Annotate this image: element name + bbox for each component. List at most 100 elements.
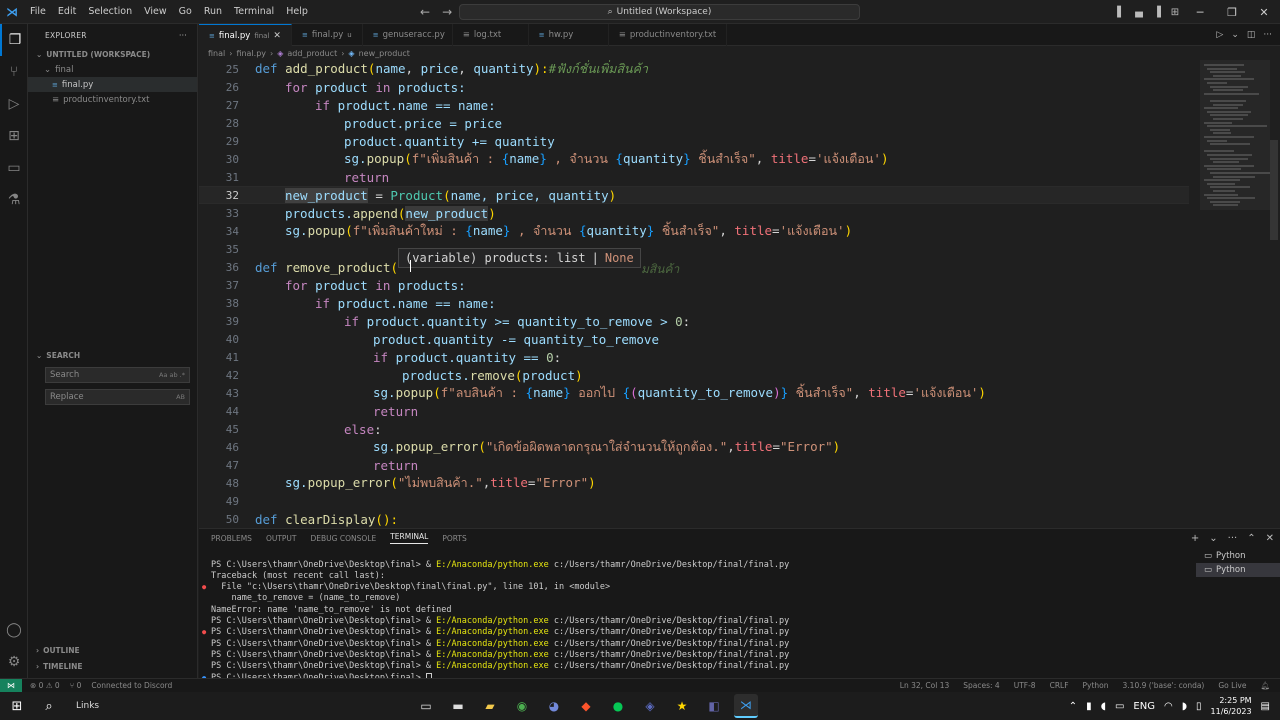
tab-hw-py[interactable]: ≡ hw.py: [529, 24, 609, 46]
search-input[interactable]: Search Aa ab .*: [45, 367, 190, 383]
star-app-icon[interactable]: ★: [670, 694, 694, 718]
battery-icon[interactable]: ▭: [1115, 701, 1124, 712]
chevron-up-icon[interactable]: ⌃: [1069, 701, 1077, 712]
tab-final-py-2[interactable]: ≡ final.py u: [292, 24, 363, 46]
vscode-taskbar-icon[interactable]: ⋊: [734, 694, 758, 718]
tab-terminal[interactable]: TERMINAL: [390, 532, 429, 544]
terminal-instance-active[interactable]: ▭ Python: [1196, 563, 1280, 577]
timeline-header[interactable]: › TIMELINE: [28, 658, 198, 674]
new-terminal-icon[interactable]: +: [1191, 533, 1199, 544]
indentation[interactable]: Spaces: 4: [963, 681, 999, 690]
close-icon[interactable]: ✕: [273, 31, 281, 41]
breadcrumb-item[interactable]: final: [208, 49, 225, 58]
ports-count[interactable]: ⑂ 0: [70, 681, 82, 690]
menu-file[interactable]: File: [24, 0, 52, 24]
language-indicator[interactable]: ENG: [1133, 701, 1155, 712]
code-editor[interactable]: 25 def add_product(name, price, quantity)…: [199, 60, 1280, 528]
terminal-app-icon[interactable]: ▭: [414, 694, 438, 718]
tab-debug-console[interactable]: DEBUG CONSOLE: [311, 534, 377, 543]
run-debug-icon[interactable]: ▷: [0, 88, 28, 120]
tab-output[interactable]: OUTPUT: [266, 534, 297, 543]
toggle-panel-icon[interactable]: ▄: [1130, 0, 1148, 24]
speaker-icon[interactable]: ◗: [1182, 701, 1187, 712]
chevron-down-icon[interactable]: ⌄: [1231, 30, 1239, 40]
tree-file-productinventory[interactable]: ≡ productinventory.txt: [28, 92, 197, 107]
close-panel-icon[interactable]: ✕: [1266, 533, 1274, 544]
discord-status[interactable]: Connected to Discord: [91, 681, 172, 690]
tree-folder-final[interactable]: ⌄ final: [28, 62, 197, 77]
remote-explorer-icon[interactable]: ▭: [0, 152, 28, 184]
error-dot-icon[interactable]: ●: [202, 583, 206, 591]
teams-icon[interactable]: ◧: [702, 694, 726, 718]
chrome-icon[interactable]: ◉: [510, 694, 534, 718]
tab-productinventory[interactable]: ≡ productinventory.txt: [609, 24, 728, 46]
breadcrumb-item[interactable]: final.py: [236, 49, 266, 58]
discord-icon[interactable]: ◕: [542, 694, 566, 718]
line-app-icon[interactable]: ●: [606, 694, 630, 718]
language-mode[interactable]: Python: [1083, 681, 1109, 690]
toggle-secondary-sidebar-icon[interactable]: ▐: [1148, 0, 1166, 24]
menu-go[interactable]: Go: [173, 0, 198, 24]
tab-problems[interactable]: PROBLEMS: [211, 534, 252, 543]
file-explorer-icon[interactable]: ▰: [478, 694, 502, 718]
network-icon[interactable]: ▮: [1086, 701, 1092, 712]
toggle-sidebar-icon[interactable]: ▌: [1112, 0, 1130, 24]
wifi-icon[interactable]: ◠: [1164, 701, 1173, 712]
breadcrumb-item[interactable]: add_product: [287, 49, 337, 58]
error-dot-icon[interactable]: ●: [202, 628, 206, 636]
search-options[interactable]: Aa ab .*: [159, 371, 185, 379]
terminal-instance[interactable]: ▭ Python: [1196, 549, 1280, 563]
battery-status-icon[interactable]: ▯: [1196, 701, 1202, 712]
python-interpreter[interactable]: 3.10.9 ('base': conda): [1123, 681, 1205, 690]
windows-start-icon[interactable]: ⊞: [0, 692, 34, 720]
search-icon[interactable]: ⌕: [34, 692, 64, 720]
extensions-icon[interactable]: ⊞: [0, 120, 28, 152]
clock[interactable]: 2:25 PM 11/6/2023: [1211, 695, 1252, 717]
menu-help[interactable]: Help: [280, 0, 314, 24]
back-arrow-icon[interactable]: ←: [420, 5, 430, 19]
go-live-button[interactable]: Go Live: [1218, 681, 1246, 690]
replace-input[interactable]: Replace AB: [45, 389, 190, 405]
tab-log-txt[interactable]: ≡ log.txt: [453, 24, 529, 46]
tree-file-final-py[interactable]: ≡ final.py: [28, 77, 197, 92]
notification-center-icon[interactable]: ▤: [1261, 701, 1270, 712]
remote-indicator-icon[interactable]: ⋈: [0, 678, 22, 693]
task-view-icon[interactable]: ▬: [446, 694, 470, 718]
customize-layout-icon[interactable]: ⊞: [1166, 0, 1184, 24]
menu-view[interactable]: View: [138, 0, 173, 24]
close-window-icon[interactable]: ✕: [1248, 0, 1280, 24]
explorer-icon[interactable]: ❐: [0, 24, 28, 56]
forward-arrow-icon[interactable]: →: [442, 5, 452, 19]
app-icon[interactable]: ◈: [638, 694, 662, 718]
encoding[interactable]: UTF-8: [1014, 681, 1036, 690]
tab-genuseracc[interactable]: ≡ genuseracc.py: [363, 24, 453, 46]
restore-icon[interactable]: ❐: [1216, 0, 1248, 24]
more-actions-icon[interactable]: ···: [1263, 30, 1272, 40]
accounts-icon[interactable]: ◯: [0, 614, 28, 646]
more-actions-icon[interactable]: ···: [1228, 533, 1238, 544]
split-editor-icon[interactable]: ◫: [1247, 30, 1256, 40]
volume-icon[interactable]: ◖: [1101, 701, 1106, 712]
breadcrumb-item[interactable]: new_product: [359, 49, 410, 58]
source-control-icon[interactable]: ⑂: [0, 56, 28, 88]
testing-icon[interactable]: ⚗: [0, 184, 28, 216]
taskbar-links[interactable]: Links: [76, 701, 99, 711]
workspace-section[interactable]: ⌄ UNTITLED (WORKSPACE): [28, 46, 197, 62]
menu-run[interactable]: Run: [198, 0, 228, 24]
search-header[interactable]: ⌄ SEARCH: [28, 347, 198, 363]
command-center[interactable]: ⌕ Untitled (Workspace): [459, 4, 860, 20]
menu-selection[interactable]: Selection: [82, 0, 138, 24]
minimize-icon[interactable]: ─: [1184, 0, 1216, 24]
brave-icon[interactable]: ◆: [574, 694, 598, 718]
run-icon[interactable]: ▷: [1216, 30, 1223, 40]
cursor-position[interactable]: Ln 32, Col 13: [900, 681, 949, 690]
outline-header[interactable]: › OUTLINE: [28, 642, 198, 658]
problems-count[interactable]: ⊗ 0 ⚠ 0: [30, 681, 60, 690]
maximize-panel-icon[interactable]: ⌃: [1247, 533, 1255, 544]
manage-gear-icon[interactable]: ⚙: [0, 646, 28, 678]
menu-edit[interactable]: Edit: [52, 0, 82, 24]
line-endings[interactable]: CRLF: [1050, 681, 1069, 690]
tab-final-py[interactable]: ≡ final.py final ✕: [199, 24, 292, 46]
chevron-down-icon[interactable]: ⌄: [1209, 533, 1217, 544]
notifications-bell-icon[interactable]: 🔔︎: [1260, 681, 1270, 690]
